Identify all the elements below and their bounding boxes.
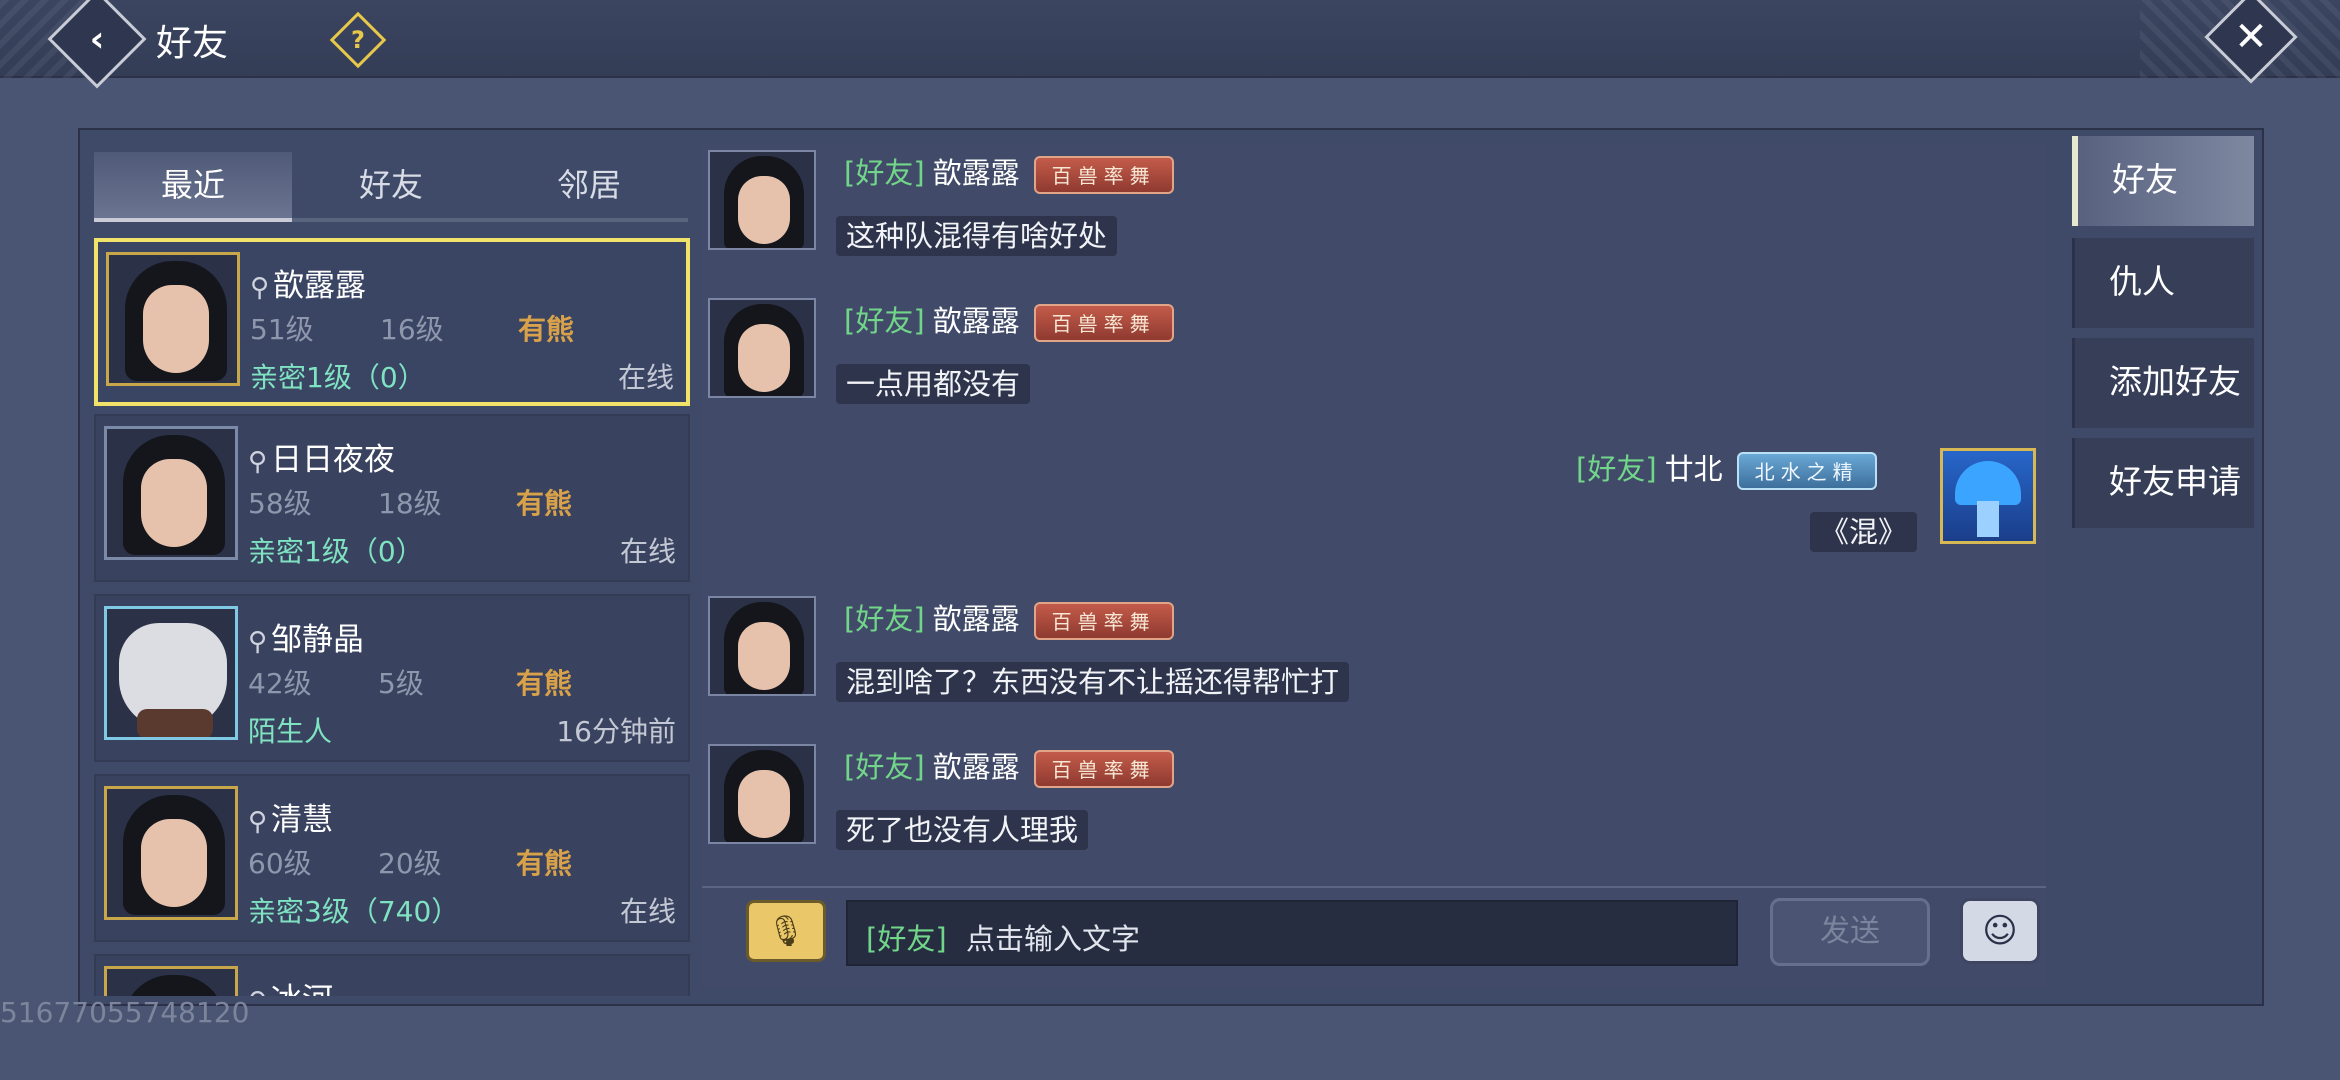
message-bubble: 混到啥了？东西没有不让摇还得帮忙打 xyxy=(836,662,1350,702)
avatar xyxy=(104,966,238,996)
sender-name: 歆露露 xyxy=(932,156,1020,190)
home-level: 20级 xyxy=(378,847,442,880)
list-tabs: 最近 好友 邻居 xyxy=(94,152,688,222)
voice-button[interactable]: 🎙 xyxy=(746,900,826,962)
search-icon: ⚲ xyxy=(248,987,267,996)
title-badge: 百兽率舞 xyxy=(1033,750,1174,788)
friend-card[interactable]: ⚲ 歆露露 51级 16级 有熊 亲密1级（0） 在线 xyxy=(94,238,690,406)
message-bubble: 死了也没有人理我 xyxy=(836,810,1089,850)
friend-card[interactable]: ⚲ 邹静晶 42级 5级 有熊 陌生人 16分钟前 xyxy=(94,594,690,762)
friend-name: 日日夜夜 xyxy=(271,442,396,478)
title-badge: 北水之精 xyxy=(1736,452,1877,490)
player-level: 42级 xyxy=(248,667,312,700)
friend-name: 歆露露 xyxy=(273,268,367,304)
friend-card[interactable]: ⚲ 清慧 60级 20级 有熊 亲密3级（740） 在线 xyxy=(94,774,690,942)
online-status: 在线 xyxy=(619,895,676,928)
message-bubble: 这种队混得有啥好处 xyxy=(836,216,1118,256)
player-level: 58级 xyxy=(248,487,312,520)
title-badge: 百兽率舞 xyxy=(1033,304,1174,342)
home-level: 18级 xyxy=(378,487,442,520)
avatar xyxy=(106,252,240,386)
avatar xyxy=(104,786,238,920)
close-icon: ✕ xyxy=(2234,13,2268,60)
emoji-button[interactable]: ☺ xyxy=(1960,898,2040,964)
page-title: 好友 xyxy=(156,23,229,64)
side-tab-friends[interactable]: 好友 xyxy=(2072,136,2254,226)
title-badge: 百兽率舞 xyxy=(1033,156,1174,194)
message-bubble: 《混》 xyxy=(1810,512,1918,552)
friend-name: 邹静晶 xyxy=(271,622,365,658)
send-button[interactable]: 发送 xyxy=(1770,898,1930,966)
avatar xyxy=(104,606,238,740)
search-icon: ⚲ xyxy=(248,447,268,477)
sender-name: 歆露露 xyxy=(932,602,1020,636)
message-header: [好友] 歆露露 百兽率舞 xyxy=(844,298,1174,342)
friend-name: 清慧 xyxy=(271,802,334,838)
intimacy-label: 亲密1级（0） xyxy=(250,361,426,394)
last-online: 16分钟前 xyxy=(556,715,676,748)
home-level: 16级 xyxy=(380,313,444,346)
intimacy-label: 亲密3级（740） xyxy=(248,895,460,928)
tab-friends[interactable]: 好友 xyxy=(292,152,490,222)
chat-input[interactable]: [好友] 点击输入文字 xyxy=(846,900,1738,966)
watermark: 51677055748120 xyxy=(0,996,250,1029)
message-header: [好友] 歆露露 百兽率舞 xyxy=(844,744,1174,788)
sender-name: 歆露露 xyxy=(932,750,1020,784)
smiley-icon: ☺ xyxy=(1982,911,2018,951)
microphone-icon: 🎙 xyxy=(766,913,806,949)
avatar[interactable] xyxy=(708,298,816,398)
tab-recent[interactable]: 最近 xyxy=(94,152,292,222)
question-icon: ? xyxy=(351,26,365,54)
home-level: 5级 xyxy=(378,667,424,700)
side-tab-add-friend[interactable]: 添加好友 xyxy=(2072,338,2254,428)
channel-tag: [好友] xyxy=(844,750,925,784)
search-icon: ⚲ xyxy=(248,807,268,837)
avatar[interactable] xyxy=(708,744,816,844)
title-badge: 百兽率舞 xyxy=(1033,602,1174,640)
friend-list[interactable]: ⚲ 歆露露 51级 16级 有熊 亲密1级（0） 在线 ⚲ 日日夜夜 58级 18级… xyxy=(94,234,690,996)
bear-tag: 有熊 xyxy=(516,847,573,880)
bear-tag: 有熊 xyxy=(516,667,573,700)
player-level: 51级 xyxy=(250,313,314,346)
friend-name: 冰河 xyxy=(271,982,333,996)
player-level: 60级 xyxy=(248,847,312,880)
channel-tag: [好友] xyxy=(844,304,925,338)
chat-area xyxy=(702,144,2046,988)
online-status: 在线 xyxy=(619,535,676,568)
friend-card[interactable]: ⚲ 冰河 xyxy=(94,954,690,996)
avatar xyxy=(104,426,238,560)
avatar[interactable] xyxy=(1940,448,2036,544)
back-arrow-icon: ‹ xyxy=(89,18,105,60)
friend-card[interactable]: ⚲ 日日夜夜 58级 18级 有熊 亲密1级（0） 在线 xyxy=(94,414,690,582)
sender-name: 廿北 xyxy=(1664,452,1723,486)
message-bubble: 一点用都没有 xyxy=(836,364,1031,404)
search-icon: ⚲ xyxy=(248,627,268,657)
avatar[interactable] xyxy=(708,150,816,250)
intimacy-label: 亲密1级（0） xyxy=(248,535,424,568)
bear-tag: 有熊 xyxy=(518,313,575,346)
channel-tag: [好友] xyxy=(1576,452,1657,486)
divider xyxy=(702,886,2046,888)
input-placeholder: 点击输入文字 xyxy=(966,922,1141,956)
online-status: 在线 xyxy=(617,361,674,394)
tab-neighbors[interactable]: 邻居 xyxy=(490,152,688,222)
channel-tag: [好友] xyxy=(844,602,925,636)
search-icon: ⚲ xyxy=(250,273,270,303)
input-channel-tag: [好友] xyxy=(866,922,947,956)
channel-tag: [好友] xyxy=(844,156,925,190)
message-header: [好友] 廿北 北水之精 xyxy=(1576,446,1877,490)
relation-label: 陌生人 xyxy=(248,715,333,748)
message-header: [好友] 歆露露 百兽率舞 xyxy=(844,150,1174,194)
bear-tag: 有熊 xyxy=(516,487,573,520)
avatar[interactable] xyxy=(708,596,816,696)
message-header: [好友] 歆露露 百兽率舞 xyxy=(844,596,1174,640)
side-tab-friend-requests[interactable]: 好友申请 xyxy=(2072,438,2254,528)
sender-name: 歆露露 xyxy=(932,304,1020,338)
side-tab-enemies[interactable]: 仇人 xyxy=(2072,238,2254,328)
